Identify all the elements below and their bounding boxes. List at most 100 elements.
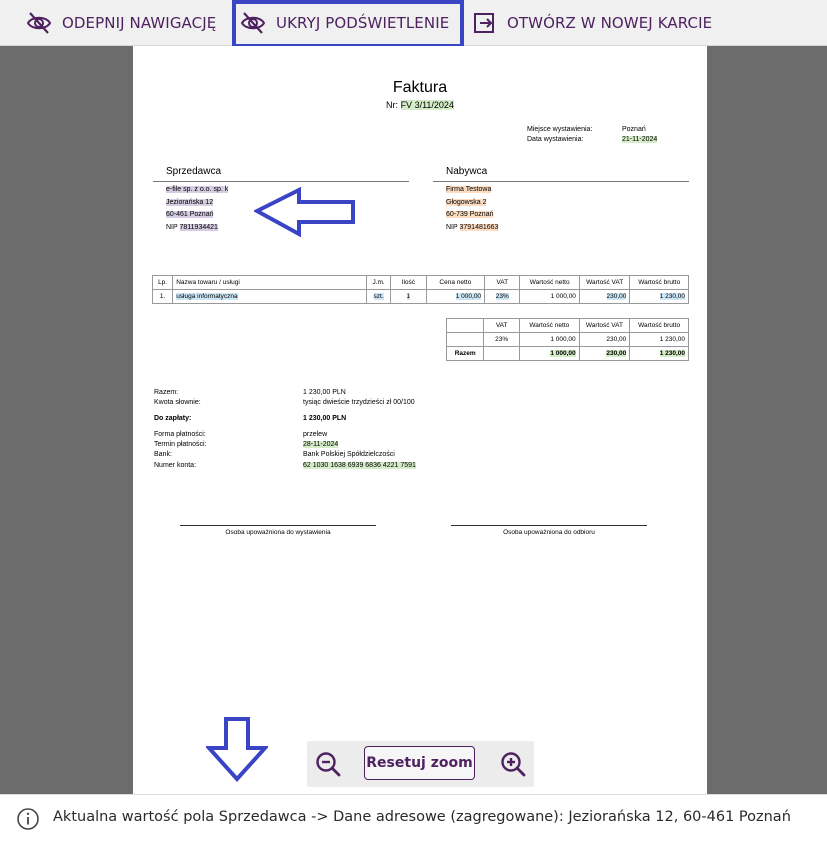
col-header: Wartość brutto — [629, 275, 689, 290]
buyer-divider — [433, 181, 689, 182]
col-header: Cena netto — [425, 275, 486, 290]
seller-city[interactable]: 60-461 Poznań — [166, 211, 214, 218]
total-label: Razem: — [154, 389, 179, 396]
cell: 23% — [483, 332, 520, 347]
due-date[interactable]: 28-11-2024 — [303, 441, 339, 448]
total-net[interactable]: 1 000,00 — [550, 350, 576, 357]
invoice-number-line: Nr: FV 3/11/2024 — [133, 100, 707, 110]
total-gross[interactable]: 1 230,00 — [659, 350, 685, 357]
cell — [483, 346, 520, 361]
date-value[interactable]: 21-11-2024 — [622, 136, 658, 143]
col-header: Lp. — [151, 275, 174, 290]
invoice-title: Faktura — [392, 79, 448, 96]
place-label: Miejsce wystawienia: — [527, 126, 593, 133]
account-label: Numer konta: — [154, 462, 197, 469]
invoice-number[interactable]: FV 3/11/2024 — [400, 100, 454, 110]
buyer-heading: Nabywca — [446, 166, 488, 177]
items-header-row: Lp. Nazwa towaru / usługi J.m. Ilość Cen… — [151, 275, 689, 290]
cell: 1 230,00 — [629, 332, 689, 347]
seller-nip-line: NIP 7811934421 — [166, 224, 218, 231]
buyer-nip-line: NIP 3791481663 — [446, 224, 499, 231]
seller-nip[interactable]: 7811934421 — [179, 224, 218, 231]
issuer-signature-label: Osoba upoważniona do wystawienia — [225, 529, 331, 536]
cell-unit-price: 1 000,00 — [425, 289, 486, 304]
amount-words: tysiąc dwieście trzydzieści zł 00/100 — [303, 399, 415, 406]
vat-summary-table: VAT Wartość netto Wartość VAT Wartość br… — [445, 318, 689, 361]
open-in-new-tab-button[interactable]: OTWÓRZ W NOWEJ KARCIE — [471, 0, 712, 46]
unpin-navigation-button[interactable]: ODEPNIJ NAWIGACJĘ — [26, 0, 216, 46]
cell-qty: 1 — [390, 289, 427, 304]
receiver-signature-line — [451, 525, 647, 526]
buyer-nip[interactable]: 3791481663 — [459, 224, 499, 231]
col-header: Wartość netto — [519, 275, 580, 290]
item-name[interactable]: usługa informatyczna — [176, 293, 238, 300]
col-header: J.m. — [365, 275, 392, 290]
toolbar: ODEPNIJ NAWIGACJĘ UKRYJ PODŚWIETLENIE OT… — [0, 0, 827, 48]
place-value[interactable]: Poznań — [622, 126, 646, 133]
zoom-in-icon[interactable] — [500, 751, 526, 777]
col-header: Ilość — [390, 275, 427, 290]
focus-frame — [232, 0, 464, 48]
bank-label: Bank: — [154, 451, 172, 458]
seller-name[interactable]: e-file sp. z o.o. sp. k — [166, 186, 229, 193]
cell: 1 000,00 — [518, 332, 580, 347]
info-icon — [17, 808, 39, 830]
table-row: 23% 1 000,00 230,00 1 230,00 — [445, 332, 689, 347]
open-in-new-tab-label: OTWÓRZ W NOWEJ KARCIE — [507, 14, 713, 32]
zoom-toolbar: Resetuj zoom — [307, 741, 534, 787]
cell: 1 000,00 — [518, 346, 580, 361]
col-header: VAT — [483, 318, 520, 333]
cell-lp: 1. — [151, 289, 174, 304]
current-field-value-text: Aktualna wartość pola Sprzedawca -> Dane… — [53, 809, 791, 825]
item-unit-price[interactable]: 1 000,00 — [455, 293, 482, 300]
col-header: Wartość brutto — [629, 318, 689, 333]
seller-street[interactable]: Jeziorańska 12 — [166, 199, 214, 206]
zoom-out-icon[interactable] — [315, 751, 341, 777]
buyer-name[interactable]: Firma Testowa — [446, 186, 492, 193]
unpin-navigation-label: ODEPNIJ NAWIGACJĘ — [62, 14, 217, 32]
invoice-number-label: Nr: — [386, 100, 399, 110]
left-arrow-annotation — [254, 187, 355, 237]
date-label: Data wystawienia: — [527, 136, 584, 143]
cell-vat: 23% — [484, 289, 521, 304]
cell: 230,00 — [578, 346, 631, 361]
cell: 230,00 — [578, 332, 631, 347]
cell-name: usługa informatyczna — [172, 289, 367, 304]
total-row-label: Razem — [445, 346, 485, 361]
cell — [445, 332, 485, 347]
cell-gross: 1 230,00 — [629, 289, 689, 304]
item-vat[interactable]: 23% — [495, 293, 509, 300]
col-header: Wartość netto — [518, 318, 580, 333]
cell: 1 230,00 — [629, 346, 689, 361]
vat-header-row: VAT Wartość netto Wartość VAT Wartość br… — [445, 318, 689, 333]
items-table: Lp. Nazwa towaru / usługi J.m. Ilość Cen… — [151, 275, 689, 304]
to-pay-label: Do zapłaty: — [154, 415, 192, 422]
item-unit[interactable]: szt. — [373, 293, 384, 300]
col-header: Wartość VAT — [578, 318, 631, 333]
issuer-signature-line — [180, 525, 376, 526]
item-vat-value[interactable]: 230,00 — [606, 293, 627, 300]
col-header: Wartość VAT — [578, 275, 631, 290]
item-gross[interactable]: 1 230,00 — [659, 293, 685, 300]
buyer-street[interactable]: Głogowska 2 — [446, 199, 487, 206]
cell-vat-value: 230,00 — [578, 289, 631, 304]
total-value: 1 230,00 PLN — [303, 389, 346, 396]
to-pay-value: 1 230,00 PLN — [303, 415, 347, 422]
table-row: Razem 1 000,00 230,00 1 230,00 — [445, 346, 689, 361]
total-vat[interactable]: 230,00 — [606, 350, 627, 357]
due-date-label: Termin płatności: — [154, 441, 207, 448]
account-number[interactable]: 62 1030 1638 6939 6836 4221 7591 — [303, 462, 416, 469]
info-bar: Aktualna wartość pola Sprzedawca -> Dane… — [0, 794, 827, 842]
payment-form: przelew — [303, 431, 328, 438]
cell-net: 1 000,00 — [519, 289, 580, 304]
amount-words-label: Kwota słownie: — [154, 399, 201, 406]
seller-heading: Sprzedawca — [166, 166, 222, 177]
buyer-city[interactable]: 60-739 Poznań — [446, 211, 494, 218]
reset-zoom-button[interactable]: Resetuj zoom — [364, 746, 475, 780]
col-header: VAT — [484, 275, 521, 290]
bank-name: Bank Polskiej Spółdzielczości — [303, 451, 395, 458]
vat-col-empty — [445, 318, 485, 333]
cell-unit: szt. — [365, 289, 392, 304]
item-qty[interactable]: 1 — [406, 293, 411, 300]
col-header: Nazwa towaru / usługi — [172, 275, 367, 290]
